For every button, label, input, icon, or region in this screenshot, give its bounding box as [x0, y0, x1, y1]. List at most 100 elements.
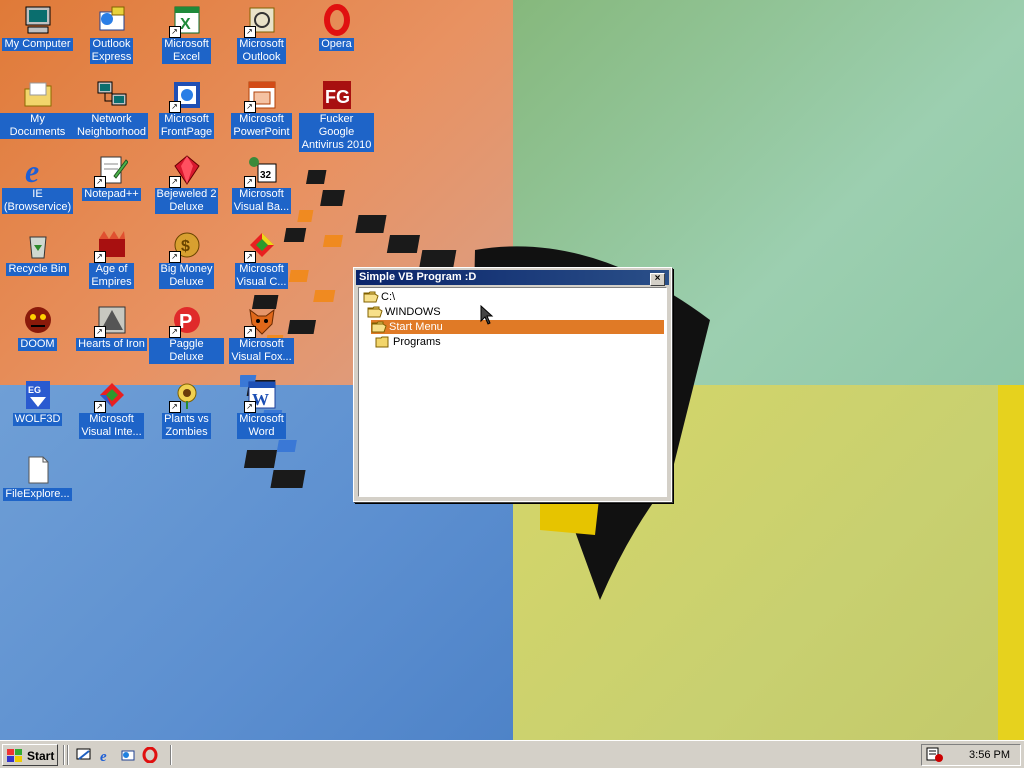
desktop-icon[interactable]: ↗ Notepad++ — [74, 152, 149, 201]
windows-logo-icon — [7, 749, 22, 762]
desktop-icon[interactable]: ↗ Microsoft Visual C... — [224, 227, 299, 289]
taskbar-separator — [63, 745, 65, 765]
ie-icon[interactable]: e — [98, 747, 114, 763]
desktop-icon[interactable]: FG Fucker Google Antivirus 2010 — [299, 77, 374, 152]
tray-scheduler-icon[interactable] — [926, 747, 944, 763]
peggle-icon: P ↗ — [168, 304, 203, 338]
desktop-icon[interactable]: $ ↗ Big Money Deluxe — [149, 227, 224, 289]
desktop-icon[interactable]: P ↗ Paggle Deluxe — [149, 302, 224, 364]
simple-vb-window[interactable]: Simple VB Program :D × C:\ WINDOWS Start M… — [353, 267, 672, 502]
hearts-of-iron-icon: ↗ — [93, 304, 128, 338]
svg-text:32: 32 — [260, 170, 272, 181]
desktop-icon[interactable]: Opera — [299, 2, 374, 51]
excel-icon: X ↗ — [168, 4, 203, 38]
tree-node-label: Programs — [393, 336, 441, 348]
close-button[interactable]: × — [650, 273, 665, 286]
taskbar-separator — [170, 745, 172, 765]
svg-text:FG: FG — [325, 87, 350, 107]
taskbar-separator — [67, 745, 69, 765]
desktop-icon[interactable]: Network Neighborhood — [74, 77, 149, 139]
tree-node[interactable]: Start Menu — [371, 320, 664, 334]
shortcut-arrow-icon: ↗ — [168, 326, 181, 338]
desktop-icon-label: Microsoft Word — [237, 413, 286, 439]
tree-node[interactable]: WINDOWS — [367, 305, 441, 319]
open-folder-icon — [363, 291, 379, 303]
desktop-icon[interactable]: ↗ Hearts of Iron — [74, 302, 149, 351]
desktop-icon[interactable]: My Documents — [0, 77, 75, 139]
desktop-icon[interactable]: W ↗ Microsoft Word — [224, 377, 299, 439]
desktop-icon-label: Microsoft Visual Fox... — [229, 338, 294, 364]
network-icon — [96, 79, 128, 111]
svg-text:e: e — [100, 749, 107, 763]
svg-text:X: X — [180, 16, 191, 33]
desktop-icon[interactable]: ↗ Microsoft Outlook — [224, 2, 299, 64]
directory-tree[interactable]: C:\ WINDOWS Start Menu Programs — [358, 287, 667, 497]
desktop-icon-label: Microsoft FrontPage — [158, 113, 215, 139]
desktop-icon-label: Microsoft Excel — [162, 38, 211, 64]
svg-text:$: $ — [181, 238, 190, 255]
desktop-icon-label: Network Neighborhood — [74, 113, 149, 139]
frontpage-icon: ↗ — [168, 79, 203, 113]
folder-icon — [375, 336, 391, 348]
shortcut-arrow-icon: ↗ — [243, 326, 256, 338]
desktop-icon-label: Bejeweled 2 Deluxe — [154, 188, 219, 214]
svg-text:e: e — [25, 154, 39, 186]
bejeweled-icon: ↗ — [168, 154, 203, 188]
desktop-icon-label: Recycle Bin — [6, 263, 69, 276]
wolf3d-icon: EG — [22, 379, 54, 411]
shortcut-arrow-icon: ↗ — [243, 101, 256, 113]
outlook-express-icon[interactable] — [120, 747, 136, 763]
documents-folder-icon — [22, 79, 54, 111]
computer-icon — [22, 4, 54, 36]
show-desktop-icon[interactable] — [76, 747, 92, 763]
desktop-icon-label: Microsoft PowerPoint — [231, 113, 292, 139]
desktop-icon-label: FileExplore... — [3, 488, 72, 501]
age-of-empires-icon: ↗ — [93, 229, 128, 263]
desktop-icon[interactable]: Recycle Bin — [0, 227, 75, 276]
desktop-icon[interactable]: EG WOLF3D — [0, 377, 75, 426]
recycle-bin-icon — [22, 229, 54, 261]
desktop-icon[interactable]: My Computer — [0, 2, 75, 51]
desktop-icon[interactable]: X ↗ Microsoft Excel — [149, 2, 224, 64]
desktop-icon-label: Plants vs Zombies — [162, 413, 211, 439]
shortcut-arrow-icon: ↗ — [168, 101, 181, 113]
shortcut-arrow-icon: ↗ — [93, 401, 106, 413]
desktop-icon[interactable]: ↗ Microsoft FrontPage — [149, 77, 224, 139]
opera-icon — [321, 4, 353, 36]
shortcut-arrow-icon: ↗ — [243, 251, 256, 263]
desktop-icon-label: My Documents — [0, 113, 75, 139]
tree-node[interactable]: C:\ — [363, 290, 395, 304]
start-label: Start — [27, 749, 55, 763]
opera-icon[interactable] — [142, 747, 158, 763]
word-icon: W ↗ — [243, 379, 278, 413]
desktop-icon[interactable]: Outlook Express — [74, 2, 149, 64]
ie-icon: e — [22, 154, 54, 186]
desktop-icon[interactable]: ↗ Microsoft PowerPoint — [224, 77, 299, 139]
file-explorer-icon — [22, 454, 54, 486]
desktop-icon-label: Microsoft Visual C... — [234, 263, 289, 289]
shortcut-arrow-icon: ↗ — [168, 401, 181, 413]
tree-node-label: WINDOWS — [385, 306, 441, 318]
tree-node[interactable]: Programs — [375, 335, 441, 349]
desktop-icon[interactable]: ↗ Plants vs Zombies — [149, 377, 224, 439]
desktop-icon[interactable]: ↗ Microsoft Visual Inte... — [74, 377, 149, 439]
window-titlebar[interactable]: Simple VB Program :D × — [356, 270, 669, 286]
desktop-icon[interactable]: e IE (Browservice) — [0, 152, 75, 214]
clock[interactable]: 3:56 PM — [969, 745, 1010, 765]
notepad-icon: ↗ — [93, 154, 128, 188]
desktop-icon[interactable]: FileExplore... — [0, 452, 75, 501]
desktop-icon[interactable]: ↗ Bejeweled 2 Deluxe — [149, 152, 224, 214]
desktop-icon-label: Outlook Express — [89, 38, 134, 64]
start-button[interactable]: Start — [2, 744, 58, 766]
desktop-icon-label: Microsoft Visual Ba... — [231, 188, 292, 214]
desktop-icon[interactable]: 32 ↗ Microsoft Visual Ba... — [224, 152, 299, 214]
desktop-icon[interactable]: DOOM — [0, 302, 75, 351]
wallpaper-yellow-edge — [998, 385, 1024, 740]
desktop-icon[interactable]: ↗ Microsoft Visual Fox... — [224, 302, 299, 364]
svg-text:P: P — [179, 311, 192, 333]
desktop-icon-label: Big Money Deluxe — [158, 263, 215, 289]
desktop-icon-label: WOLF3D — [12, 413, 63, 426]
plants-vs-zombies-icon: ↗ — [168, 379, 203, 413]
tree-node-label: Start Menu — [389, 321, 443, 333]
desktop-icon[interactable]: ↗ Age of Empires — [74, 227, 149, 289]
